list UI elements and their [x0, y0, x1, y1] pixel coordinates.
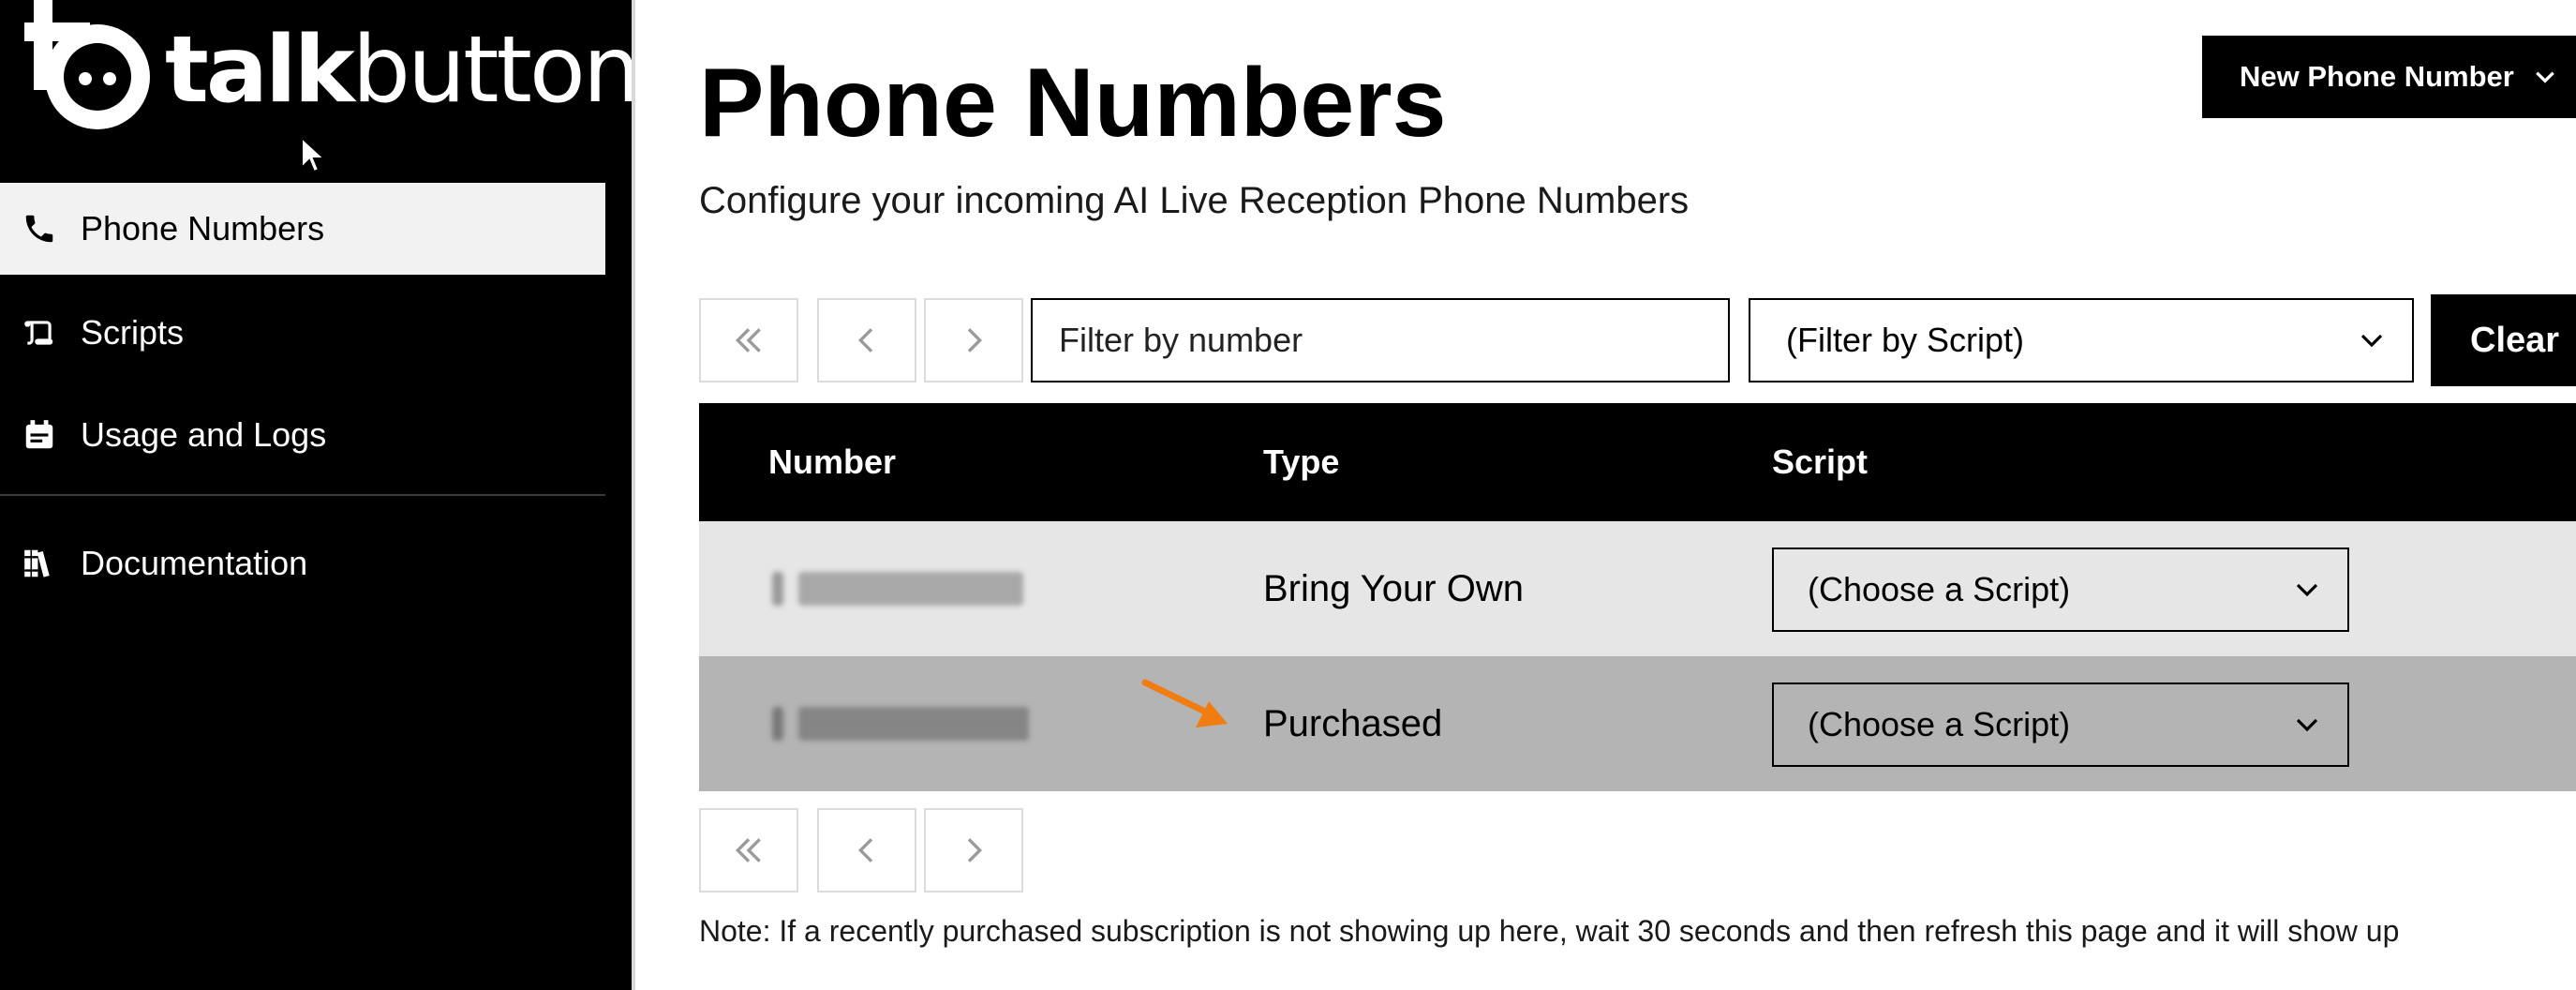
logo-wordmark: talkbutton — [165, 17, 641, 124]
chevron-down-icon — [2296, 583, 2318, 597]
previous-page-button[interactable] — [817, 808, 916, 892]
chevron-right-icon — [967, 328, 983, 352]
scroll-icon — [21, 314, 58, 352]
new-phone-number-button[interactable]: New Phone Number — [2202, 36, 2576, 118]
sidebar-divider — [0, 494, 605, 496]
sidebar-item-documentation[interactable]: Documentation — [0, 518, 605, 609]
filter-by-number-input[interactable] — [1031, 298, 1730, 382]
first-page-button[interactable] — [699, 808, 798, 892]
sidebar-border — [632, 0, 635, 990]
chevron-left-icon — [857, 838, 873, 862]
new-phone-number-label: New Phone Number — [2240, 60, 2514, 93]
next-page-button[interactable] — [924, 298, 1023, 382]
sidebar-item-label: Documentation — [81, 544, 308, 582]
number-type: Purchased — [1263, 702, 1443, 744]
choose-script-select[interactable]: (Choose a Script) — [1772, 548, 2349, 632]
chevron-down-icon — [2296, 718, 2318, 732]
first-page-button[interactable] — [699, 298, 798, 382]
sidebar-item-scripts[interactable]: Scripts — [0, 287, 605, 379]
chevron-down-icon — [2360, 334, 2383, 348]
sidebar-item-label: Scripts — [81, 313, 185, 352]
chevron-right-icon — [967, 838, 983, 862]
double-chevron-left-icon — [735, 838, 761, 862]
column-header-script: Script — [1772, 442, 1869, 481]
sidebar: talkbutton Phone Numbers Scripts Usage a… — [0, 0, 641, 990]
sidebar-item-phone-numbers[interactable]: Phone Numbers — [0, 183, 605, 275]
filter-by-script-select[interactable]: (Filter by Script) — [1749, 298, 2414, 382]
table-header: Number Type Script — [699, 403, 2576, 521]
talkbutton-logo-icon — [24, 0, 150, 129]
phone-icon — [21, 210, 58, 248]
chevron-left-icon — [857, 328, 873, 352]
clear-filters-button[interactable]: Clear — [2431, 294, 2576, 386]
annotation-arrow-icon — [1141, 679, 1228, 728]
next-page-button[interactable] — [924, 808, 1023, 892]
column-header-number: Number — [768, 442, 897, 481]
filter-by-script-value: (Filter by Script) — [1786, 321, 2025, 359]
page-title: Phone Numbers — [699, 49, 1447, 158]
table-row: Bring Your Own (Choose a Script) — [699, 521, 2576, 656]
phone-number-redacted — [772, 572, 1025, 606]
chevron-down-icon — [2536, 71, 2554, 83]
phone-number-redacted — [772, 707, 1029, 741]
mouse-cursor-icon — [301, 136, 327, 173]
books-icon — [21, 545, 58, 582]
refresh-note: Note: If a recently purchased subscripti… — [699, 914, 2400, 948]
previous-page-button[interactable] — [817, 298, 916, 382]
sidebar-item-label: Phone Numbers — [81, 209, 325, 248]
choose-script-select[interactable]: (Choose a Script) — [1772, 682, 2349, 767]
number-type: Bring Your Own — [1263, 567, 1524, 609]
talkbutton-logo[interactable]: talkbutton — [19, 0, 641, 141]
sidebar-item-label: Usage and Logs — [81, 415, 327, 454]
table-row: Purchased (Choose a Script) — [699, 656, 2576, 791]
column-header-type: Type — [1263, 442, 1340, 481]
page-subtitle: Configure your incoming AI Live Receptio… — [699, 180, 1690, 221]
sidebar-item-usage-and-logs[interactable]: Usage and Logs — [0, 389, 605, 481]
double-chevron-left-icon — [735, 328, 761, 352]
choose-script-value: (Choose a Script) — [1808, 570, 2071, 608]
choose-script-value: (Choose a Script) — [1808, 705, 2071, 743]
calendar-icon — [21, 416, 58, 454]
